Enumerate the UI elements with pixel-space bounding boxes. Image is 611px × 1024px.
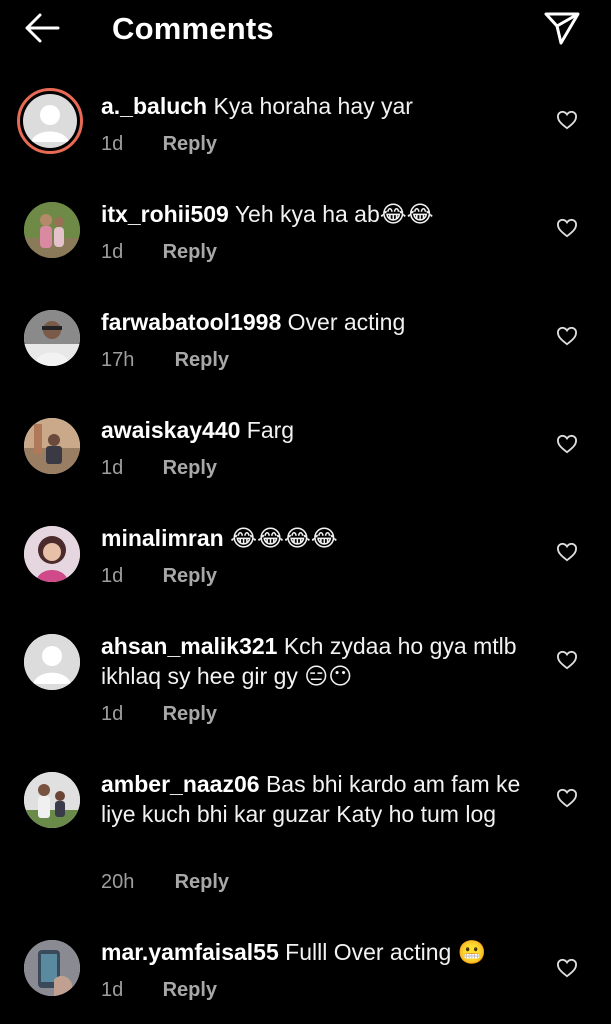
comment-meta: 1d Reply [101,703,217,726]
comment-text: amber_naaz06 Bas bhi kardo am fam ke liy… [101,769,541,829]
comment-username[interactable]: ahsan_malik321 [101,633,277,659]
profile-photo [24,202,80,258]
comment-meta: 20h Reply [101,871,229,894]
avatar[interactable] [24,310,80,366]
comment-time: 20h [101,871,135,893]
avatar[interactable] [24,526,80,582]
reply-button[interactable]: Reply [175,349,229,371]
avatar[interactable] [24,940,80,996]
page-title: Comments [112,11,274,46]
comment-username[interactable]: amber_naaz06 [101,771,260,797]
profile-photo [24,418,80,474]
reply-button[interactable]: Reply [163,241,217,263]
comment-meta: 1d Reply [101,241,217,264]
heart-icon[interactable] [556,542,578,562]
avatar[interactable] [24,634,80,690]
heart-icon[interactable] [556,788,578,808]
comment-text: farwabatool1998 Over acting [101,307,541,337]
profile-photo [24,310,80,366]
back-button[interactable] [22,10,62,46]
heart-icon[interactable] [556,650,578,670]
comment-time: 1d [101,133,124,155]
comment-username[interactable]: itx_rohii509 [101,201,229,227]
comment-text: awaiskay440 Farg [101,415,541,445]
reply-button[interactable]: Reply [163,703,217,725]
reply-button[interactable]: Reply [163,565,217,587]
arrow-left-icon [25,13,60,43]
comment-body: Farg [246,417,295,443]
comment-username[interactable]: minalimran [101,525,224,551]
comment-time: 1d [101,703,124,725]
reply-button[interactable]: Reply [163,979,217,1001]
avatar[interactable] [24,418,80,474]
share-button[interactable] [542,9,582,47]
avatar[interactable] [24,772,80,828]
comment-time: 1d [101,241,124,263]
heart-icon[interactable] [556,958,578,978]
comment-body: Fulll Over acting 😬 [285,939,487,965]
comment-meta: 1d Reply [101,133,217,156]
comment-meta: 1d Reply [101,979,217,1002]
comment-meta: 1d Reply [101,457,217,480]
comment-body: Yeh kya ha ab😂😂 [234,201,434,227]
comment-body: Kya horaha hay yar [213,93,413,119]
heart-icon[interactable] [556,326,578,346]
profile-photo [24,940,80,996]
reply-button[interactable]: Reply [175,871,229,893]
default-avatar-icon [31,105,69,142]
avatar[interactable] [24,202,80,258]
comment-text: a._baluch Kya horaha hay yar [101,91,541,121]
comment-time: 1d [101,457,124,479]
comment-username[interactable]: awaiskay440 [101,417,240,443]
reply-button[interactable]: Reply [163,133,217,155]
comment-text: itx_rohii509 Yeh kya ha ab😂😂 [101,199,541,229]
heart-icon[interactable] [556,434,578,454]
comment-meta: 17h Reply [101,349,229,372]
comment-username[interactable]: mar.yamfaisal55 [101,939,279,965]
comment-time: 17h [101,349,135,371]
heart-icon[interactable] [556,218,578,238]
comment-username[interactable]: farwabatool1998 [101,309,281,335]
comment-time: 1d [101,565,124,587]
comment-meta: 1d Reply [101,565,217,588]
profile-photo [24,772,80,828]
comment-text: minalimran 😂😂😂😂 [101,523,541,553]
reply-button[interactable]: Reply [163,457,217,479]
comment-body: 😂😂😂😂 [230,525,338,551]
paper-plane-icon [544,12,580,45]
avatar[interactable] [17,88,83,154]
default-avatar-icon [24,634,80,690]
comment-body: Over acting [287,309,406,335]
heart-icon[interactable] [556,110,578,130]
header-bar: Comments [0,0,611,60]
comment-text: mar.yamfaisal55 Fulll Over acting 😬 [101,937,541,967]
comment-text: ahsan_malik321 Kch zydaa ho gya mtlb ikh… [101,631,541,691]
comment-username[interactable]: a._baluch [101,93,207,119]
profile-photo [24,526,80,582]
comment-time: 1d [101,979,124,1001]
